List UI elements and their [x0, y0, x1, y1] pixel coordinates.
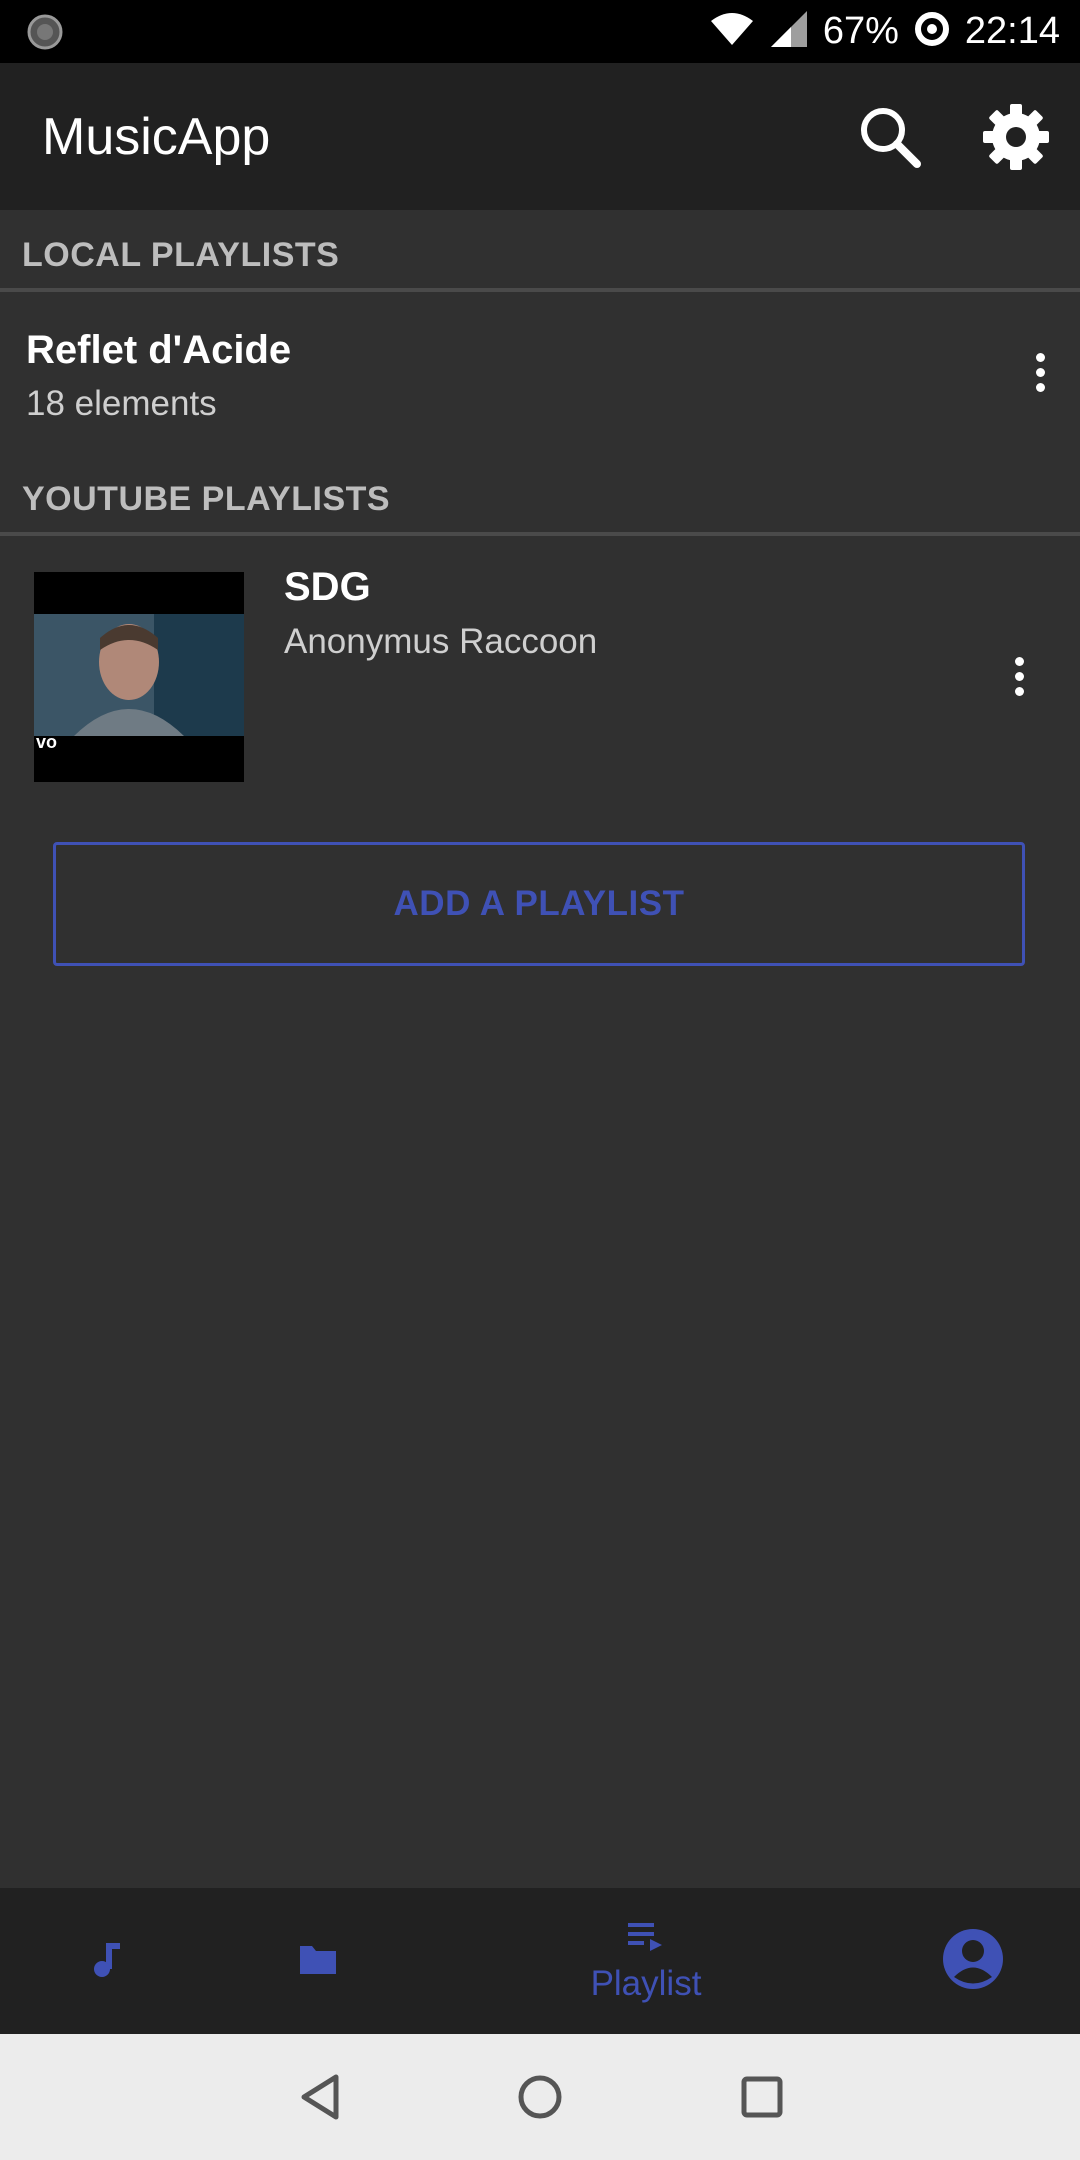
gear-icon[interactable]: [978, 99, 1054, 175]
section-title: YOUTUBE PLAYLISTS: [22, 480, 391, 518]
search-icon[interactable]: [852, 99, 928, 175]
local-playlist-item[interactable]: Reflet d'Acide 18 elements: [0, 292, 1080, 462]
system-navigation-bar: [0, 2034, 1080, 2160]
nav-item-playlist[interactable]: Playlist: [566, 1888, 726, 2034]
nav-item-label: Playlist: [590, 1963, 702, 2003]
section-title: LOCAL PLAYLISTS: [22, 236, 340, 274]
home-icon[interactable]: [510, 2067, 570, 2127]
wifi-icon: [709, 11, 755, 52]
local-playlists-header: LOCAL PLAYLISTS: [0, 212, 1080, 292]
youtube-playlists-header: YOUTUBE PLAYLISTS: [0, 456, 1080, 536]
playlist-subtitle: Anonymus Raccoon: [284, 622, 598, 661]
thumbnail-watermark: vo: [36, 732, 58, 752]
playlist-title: SDG: [284, 565, 371, 609]
folder-icon: [298, 1942, 338, 1981]
back-icon[interactable]: [290, 2067, 350, 2127]
nav-item-music[interactable]: [66, 1888, 146, 2034]
app-title: MusicApp: [42, 108, 271, 166]
music-note-icon: [88, 1939, 124, 1984]
bottom-navigation: Playlist: [0, 1888, 1080, 2034]
loading-indicator-icon: [26, 13, 64, 51]
cellular-signal-icon: [769, 9, 809, 54]
battery-text: 67%: [822, 10, 899, 52]
status-bar: 67% 22:14: [0, 0, 1080, 63]
nav-item-folders[interactable]: [278, 1888, 358, 2034]
playlist-subtitle: 18 elements: [26, 384, 217, 423]
account-icon: [942, 1928, 1004, 1995]
app-bar: MusicApp: [0, 63, 1080, 210]
nav-item-account[interactable]: [930, 1888, 1016, 2034]
status-icons: 67% 22:14: [709, 0, 1060, 63]
playlist-thumbnail: vo: [34, 572, 244, 782]
add-playlist-button[interactable]: ADD A PLAYLIST: [53, 842, 1025, 966]
playlist-icon: [626, 1919, 666, 1958]
recents-icon[interactable]: [732, 2067, 792, 2127]
data-saver-icon: [913, 10, 951, 53]
more-options-icon[interactable]: [999, 646, 1039, 706]
playlist-title: Reflet d'Acide: [26, 328, 292, 372]
clock-text: 22:14: [964, 10, 1060, 52]
more-options-icon[interactable]: [1020, 342, 1060, 402]
